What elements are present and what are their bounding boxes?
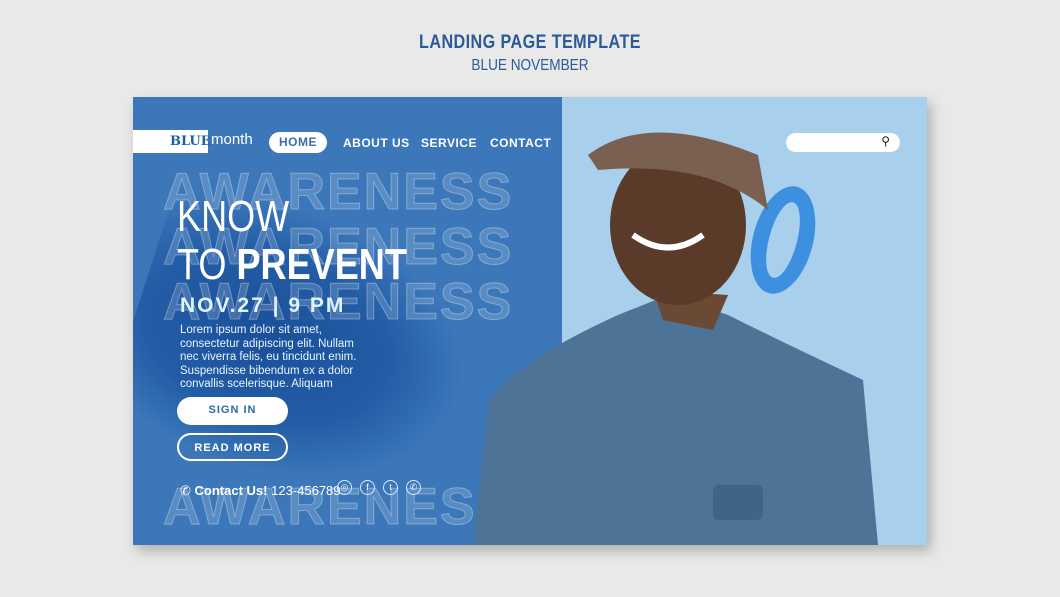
search-icon[interactable]: ⚲: [881, 134, 890, 148]
whatsapp-icon[interactable]: ✆: [406, 480, 421, 495]
sign-in-button[interactable]: SIGN IN: [177, 397, 288, 425]
hero-line2: TO PREVENT: [177, 240, 407, 290]
logo-light: month: [211, 131, 253, 148]
search-input[interactable]: ⚲: [786, 133, 900, 152]
contact-info: ✆ Contact Us! 123-456789: [180, 483, 341, 499]
hero-line1: KNOW: [177, 192, 290, 241]
phone-icon: ✆: [180, 483, 191, 498]
hero-to: TO: [177, 240, 227, 289]
template-subtitle: BLUE NOVEMBER: [471, 57, 589, 74]
logo[interactable]: BLUE month: [133, 130, 253, 153]
landing-page: AWARENESS AWARENESS AWARENESS AWARENESS …: [133, 97, 927, 545]
man-photo: [473, 132, 878, 545]
twitter-icon[interactable]: t: [383, 480, 398, 495]
read-more-button[interactable]: READ MORE: [177, 433, 288, 461]
contact-label: Contact Us!: [194, 483, 268, 498]
instagram-icon[interactable]: ◎: [337, 480, 352, 495]
page-header: LANDING PAGE TEMPLATE BLUE NOVEMBER: [0, 32, 1060, 75]
template-title: LANDING PAGE TEMPLATE: [419, 32, 641, 53]
nav-about[interactable]: ABOUT US: [343, 136, 410, 150]
contact-phone: 123-456789: [271, 483, 341, 498]
nav-home[interactable]: HOME: [269, 132, 327, 153]
logo-bold: BLUE: [170, 134, 211, 149]
event-date: NOV.27 | 9 PM: [180, 294, 346, 317]
facebook-icon[interactable]: f: [360, 480, 375, 495]
hero-body: Lorem ipsum dolor sit amet, consectetur …: [180, 324, 357, 390]
hero-prevent: PREVENT: [236, 240, 407, 289]
